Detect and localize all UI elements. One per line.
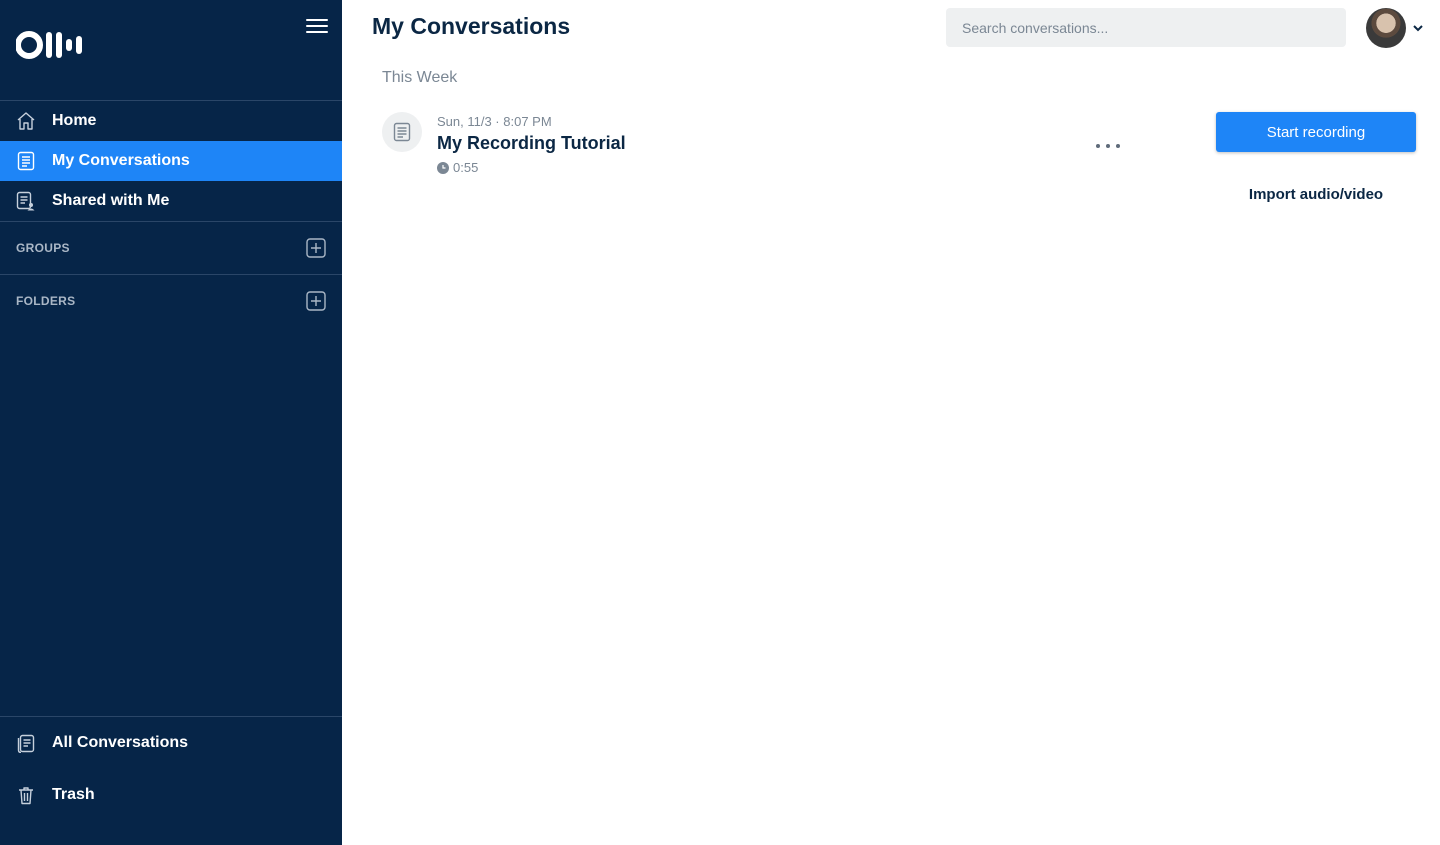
documents-stack-icon [16, 733, 36, 753]
groups-label: GROUPS [16, 241, 70, 255]
conversation-row[interactable]: Sun, 11/3 · 8:07 PM My Recording Tutoria… [372, 106, 1152, 182]
sidebar-nav: Home My Conversations Shared with Me [0, 100, 342, 221]
trash-icon [16, 785, 36, 805]
conversation-duration: 0:55 [437, 160, 478, 175]
import-audio-video-button[interactable]: Import audio/video [1216, 176, 1416, 212]
add-group-icon[interactable] [306, 238, 326, 258]
start-recording-button[interactable]: Start recording [1216, 112, 1416, 152]
shared-document-icon [16, 191, 36, 211]
chevron-down-icon[interactable] [1412, 22, 1424, 34]
conversation-date: Sun, 11/3 · 8:07 PM [437, 114, 552, 129]
otter-logo[interactable] [16, 30, 90, 60]
section-label-this-week: This Week [382, 69, 458, 86]
search-input[interactable] [946, 8, 1346, 47]
app-window: Home My Conversations Shared with Me GRO… [0, 0, 1440, 845]
sidebar-item-label: My Conversations [52, 152, 190, 169]
sidebar-item-label: Shared with Me [52, 192, 170, 209]
sidebar-item-my-conversations[interactable]: My Conversations [0, 141, 342, 181]
sidebar-item-trash[interactable]: Trash [0, 769, 342, 821]
more-options-icon[interactable] [1096, 138, 1120, 154]
sidebar-bottom-nav: All Conversations Trash [0, 716, 342, 821]
folders-section: FOLDERS [0, 274, 342, 327]
document-icon [16, 151, 36, 171]
sidebar-item-home[interactable]: Home [0, 101, 342, 141]
sidebar-item-label: All Conversations [52, 734, 189, 751]
user-avatar[interactable] [1366, 8, 1406, 48]
sidebar-item-label: Home [52, 112, 97, 129]
page-title: My Conversations [372, 13, 571, 39]
sidebar-item-label: Trash [52, 786, 95, 803]
clock-icon [437, 161, 449, 174]
home-icon [16, 111, 36, 131]
folders-label: FOLDERS [16, 294, 76, 308]
sidebar: Home My Conversations Shared with Me GRO… [0, 0, 342, 845]
conversation-title[interactable]: My Recording Tutorial [437, 133, 626, 154]
hamburger-icon[interactable] [306, 19, 328, 37]
sidebar-item-shared-with-me[interactable]: Shared with Me [0, 181, 342, 221]
duration-value: 0:55 [453, 160, 479, 175]
groups-section: GROUPS [0, 221, 342, 274]
add-folder-icon[interactable] [306, 291, 326, 311]
transcript-icon [382, 112, 422, 152]
sidebar-item-all-conversations[interactable]: All Conversations [0, 717, 342, 769]
